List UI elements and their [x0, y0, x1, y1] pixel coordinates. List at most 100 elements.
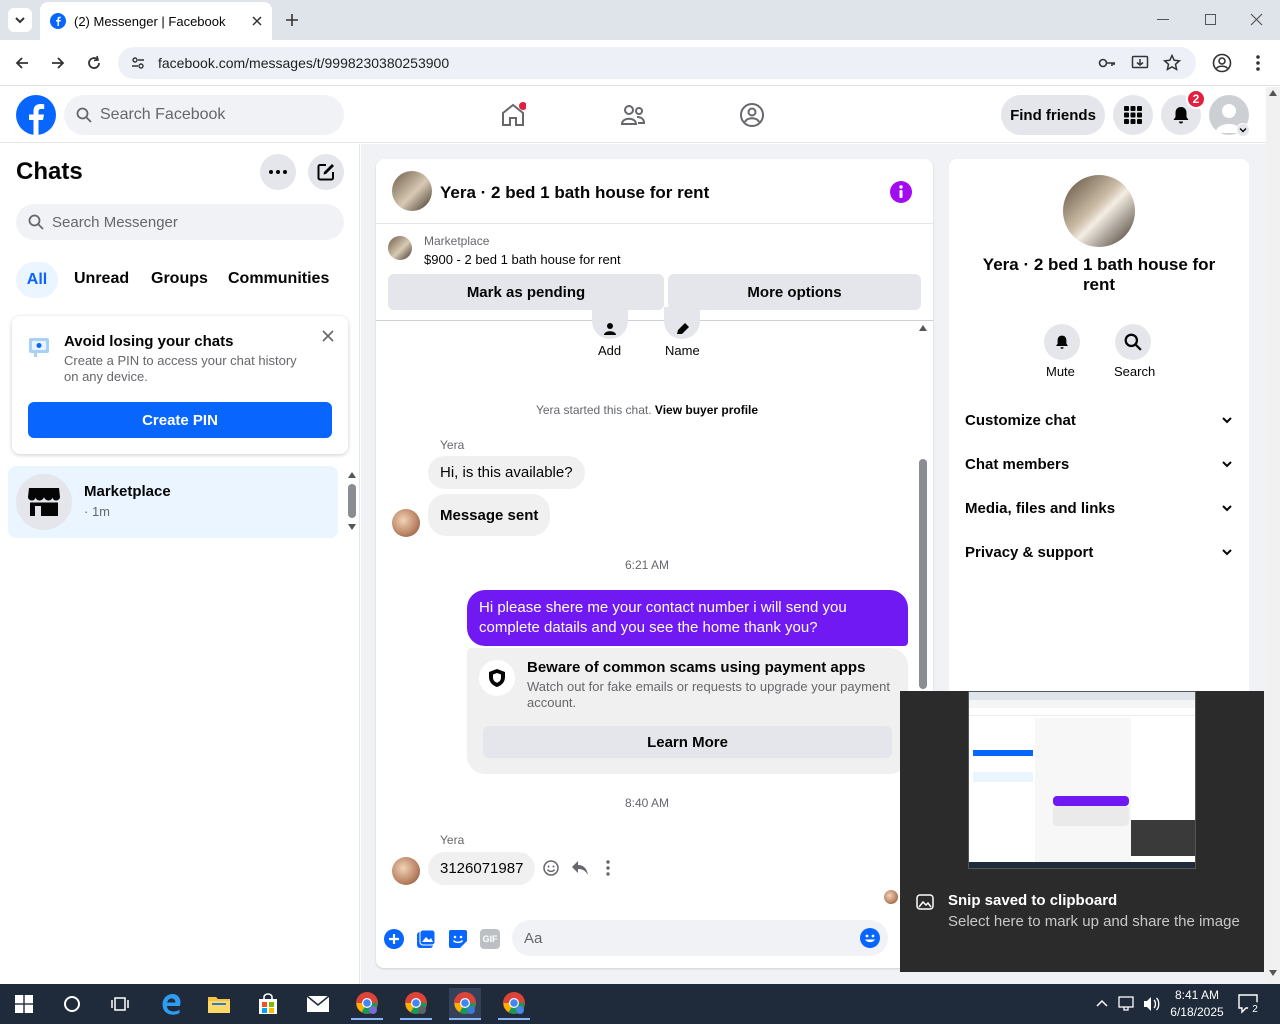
- chats-options-button[interactable]: [260, 154, 296, 190]
- mark-as-pending-button[interactable]: Mark as pending: [388, 274, 664, 310]
- chrome-taskbar-button-active[interactable]: [449, 988, 481, 1020]
- emoji-icon[interactable]: [860, 928, 880, 948]
- back-arrow-icon[interactable]: [14, 55, 30, 71]
- system-clock[interactable]: 8:41 AM 6/18/2025: [1168, 987, 1226, 1021]
- conversation-title[interactable]: Yera · 2 bed 1 bath house for rent: [440, 183, 709, 203]
- sender-avatar[interactable]: [392, 857, 420, 885]
- privacy-support-section[interactable]: Privacy & support: [965, 540, 1233, 564]
- close-tab-icon[interactable]: [252, 16, 262, 26]
- groups-icon[interactable]: [739, 102, 765, 128]
- browser-tab[interactable]: (2) Messenger | Facebook: [40, 2, 272, 40]
- listing-title[interactable]: $900 - 2 bed 1 bath house for rent: [424, 252, 621, 267]
- add-label: Add: [598, 343, 622, 358]
- create-pin-button[interactable]: Create PIN: [28, 402, 332, 438]
- scroll-down-icon[interactable]: [348, 524, 356, 530]
- scroll-up-icon[interactable]: [348, 472, 356, 478]
- scroll-up-icon[interactable]: [1269, 90, 1277, 96]
- forward-arrow-icon[interactable]: [50, 55, 66, 71]
- more-options-button[interactable]: More options: [668, 274, 921, 310]
- filter-unread-chip[interactable]: Unread: [74, 270, 129, 288]
- facebook-search-input[interactable]: Search Facebook: [64, 95, 344, 135]
- sender-avatar[interactable]: [392, 509, 420, 537]
- search-in-conversation-button[interactable]: [1115, 324, 1151, 360]
- sticker-icon[interactable]: [448, 929, 468, 949]
- browser-menu-icon[interactable]: [1255, 54, 1261, 72]
- store-taskbar-button[interactable]: [252, 988, 284, 1020]
- plus-icon: [286, 14, 298, 26]
- page-scrollbar[interactable]: [1266, 87, 1280, 984]
- facebook-logo-icon[interactable]: [16, 95, 56, 135]
- incoming-message[interactable]: 3126071987: [428, 852, 536, 885]
- search-taskbar-button[interactable]: [56, 988, 88, 1020]
- home-icon[interactable]: [500, 102, 526, 128]
- filter-all-chip[interactable]: All: [16, 262, 58, 298]
- view-buyer-profile-link[interactable]: View buyer profile: [655, 403, 758, 417]
- task-view-icon: [111, 997, 129, 1011]
- clock-date: 6/18/2025: [1170, 1005, 1224, 1019]
- snip-thumbnail[interactable]: [968, 691, 1196, 869]
- more-dots-icon: [269, 170, 287, 174]
- message-composer-input[interactable]: Aa: [512, 920, 888, 956]
- chat-members-section[interactable]: Chat members: [965, 452, 1233, 476]
- scroll-down-icon[interactable]: [1269, 970, 1277, 976]
- snip-notification-toast[interactable]: Snip saved to clipboard Select here to m…: [900, 691, 1264, 972]
- window-restore-button[interactable]: [1205, 14, 1216, 25]
- name-chat-button[interactable]: [664, 307, 700, 339]
- network-icon[interactable]: [1118, 996, 1136, 1012]
- tab-search-dropdown[interactable]: [8, 8, 32, 32]
- chrome-taskbar-button[interactable]: [498, 988, 530, 1020]
- scroll-thumb[interactable]: [348, 484, 356, 518]
- message-more-icon[interactable]: [605, 860, 611, 876]
- site-info-icon[interactable]: [130, 55, 146, 71]
- edge-taskbar-button[interactable]: [155, 988, 187, 1020]
- customize-chat-section[interactable]: Customize chat: [965, 408, 1233, 432]
- media-files-links-section[interactable]: Media, files and links: [965, 496, 1233, 520]
- key-icon[interactable]: [1098, 55, 1116, 71]
- bookmark-star-icon[interactable]: [1163, 54, 1181, 72]
- account-chevron[interactable]: [1236, 123, 1250, 137]
- photo-icon[interactable]: [416, 929, 436, 949]
- new-tab-button[interactable]: [284, 12, 300, 28]
- chat-list-item-marketplace[interactable]: Marketplace · 1m: [8, 466, 338, 538]
- close-icon[interactable]: [322, 330, 334, 342]
- scroll-up-icon[interactable]: [919, 325, 927, 331]
- reply-icon[interactable]: [571, 860, 589, 876]
- incoming-message[interactable]: Hi, is this available?: [428, 456, 585, 489]
- learn-more-button[interactable]: Learn More: [483, 726, 892, 758]
- menu-button[interactable]: [1113, 95, 1153, 135]
- window-close-button[interactable]: [1250, 13, 1263, 26]
- info-icon[interactable]: [890, 181, 912, 203]
- find-friends-button[interactable]: Find friends: [1001, 95, 1105, 135]
- volume-icon[interactable]: [1143, 996, 1161, 1012]
- incoming-message[interactable]: Message sent: [428, 494, 551, 536]
- window-minimize-button[interactable]: [1157, 19, 1169, 20]
- filter-groups-chip[interactable]: Groups: [151, 270, 208, 288]
- start-button[interactable]: [8, 988, 40, 1020]
- outgoing-message[interactable]: Hi please shere me your contact number i…: [467, 590, 908, 646]
- gif-icon[interactable]: GIF: [480, 929, 500, 949]
- task-view-button[interactable]: [104, 988, 136, 1020]
- profile-icon[interactable]: [1212, 53, 1232, 73]
- address-bar[interactable]: facebook.com/messages/t/9998230380253900: [118, 47, 1196, 79]
- mail-taskbar-button[interactable]: [302, 988, 334, 1020]
- file-explorer-taskbar-button[interactable]: [203, 988, 235, 1020]
- chat-list-scrollbar[interactable]: [347, 470, 357, 534]
- show-hidden-icons-icon[interactable]: [1096, 998, 1108, 1008]
- mute-button[interactable]: [1044, 324, 1080, 360]
- chrome-taskbar-button[interactable]: [400, 988, 432, 1020]
- friends-icon[interactable]: [620, 102, 646, 128]
- plus-circle-icon[interactable]: [384, 929, 404, 949]
- new-message-button[interactable]: [308, 154, 344, 190]
- messenger-search-input[interactable]: Search Messenger: [16, 204, 344, 240]
- thread-scrollbar[interactable]: [918, 323, 928, 689]
- mail-icon: [306, 995, 330, 1012]
- add-people-button[interactable]: [592, 307, 628, 339]
- conversation-avatar[interactable]: [392, 171, 432, 211]
- react-emoji-icon[interactable]: [543, 860, 559, 876]
- info-avatar[interactable]: [1063, 175, 1135, 247]
- reload-icon[interactable]: [86, 55, 102, 71]
- filter-communities-chip[interactable]: Communities: [228, 270, 329, 288]
- scroll-thumb[interactable]: [919, 459, 927, 689]
- chrome-taskbar-button[interactable]: [351, 988, 383, 1020]
- install-app-icon[interactable]: [1131, 54, 1149, 72]
